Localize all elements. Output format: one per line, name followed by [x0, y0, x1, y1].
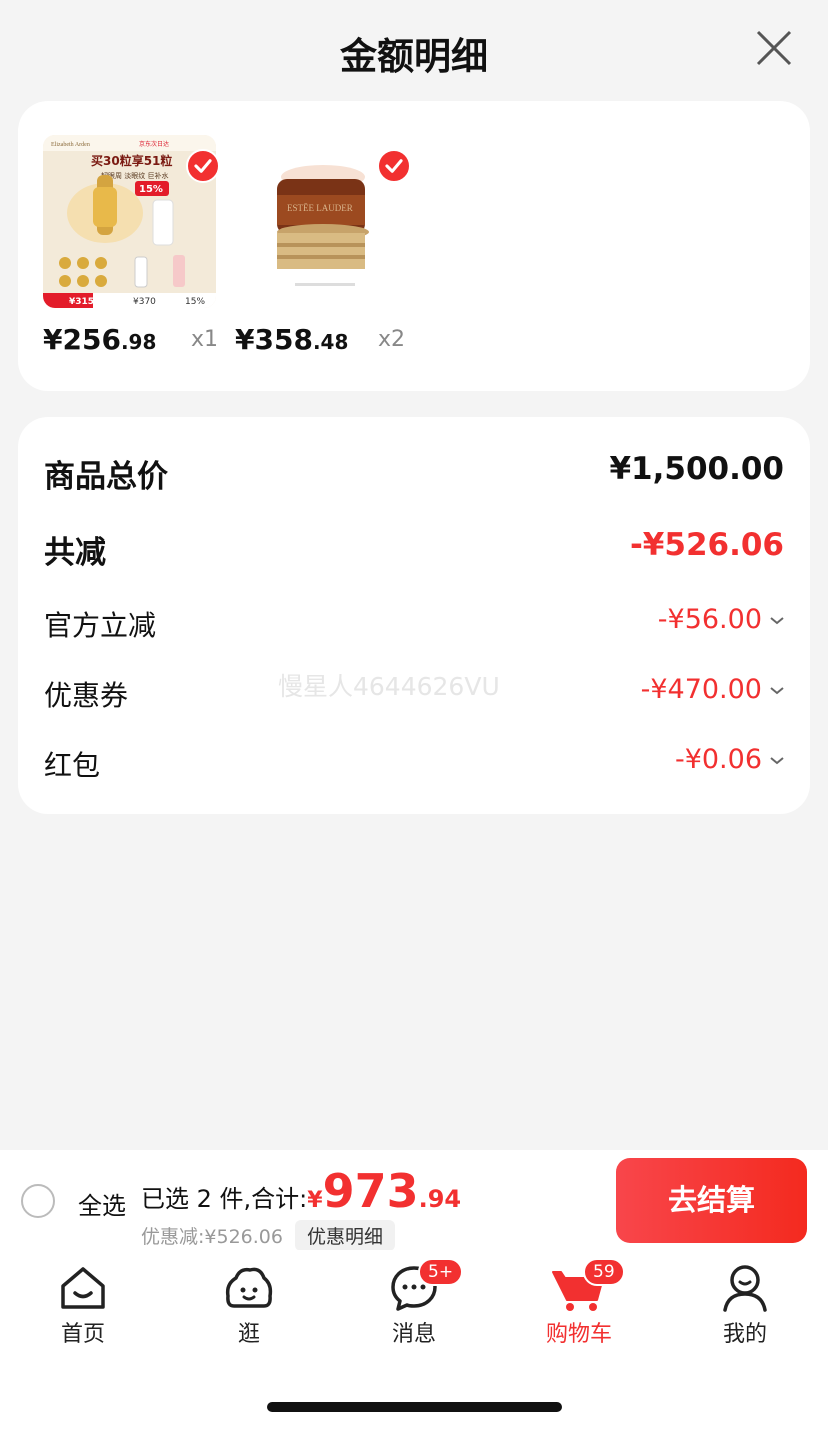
discount-row[interactable]: 官方立减 -¥56.00 — [44, 604, 784, 654]
profile-icon — [723, 1265, 767, 1312]
summary-card: 商品总价 ¥1,500.00 共减 -¥526.06 官方立减 -¥56.00 … — [18, 417, 810, 814]
discount-label: 红包 — [44, 749, 101, 782]
home-indicator — [267, 1402, 562, 1412]
reduce-row: 共减 -¥526.06 — [44, 527, 784, 577]
home-icon — [61, 1267, 105, 1309]
discount-detail-button[interactable]: 优惠明细 — [294, 1220, 395, 1251]
svg-text:15%: 15% — [139, 184, 163, 195]
products-card: Elizabeth Arden 京东次日达 买30粒享51粒 韧眼周 淡眼纹 巨… — [18, 101, 810, 391]
selected-count: 已选 2 件,合计: — [141, 1185, 308, 1213]
select-all-label[interactable]: 全选 — [78, 1186, 126, 1221]
chevron-down-icon[interactable] — [770, 686, 784, 695]
discount-text: 优惠减:¥526.06 — [141, 1226, 283, 1248]
total-value: ¥1,500.00 — [609, 451, 784, 487]
cart-badge: 59 — [583, 1258, 625, 1286]
total-decimal: .94 — [418, 1185, 462, 1213]
discount-label: 优惠券 — [44, 679, 129, 712]
total-row: 商品总价 ¥1,500.00 — [44, 451, 784, 501]
tab-cart[interactable]: 59 购物车 — [519, 1258, 639, 1354]
product-quantity: x1 — [191, 327, 219, 352]
product-price: ¥256.98 — [43, 323, 157, 356]
tab-label: 消息 — [391, 1322, 436, 1347]
total-summary: 已选 2 件,合计:¥973.94 — [141, 1164, 461, 1218]
select-all-checkbox[interactable] — [21, 1184, 55, 1218]
total-currency: ¥ — [307, 1188, 323, 1213]
tab-label: 我的 — [722, 1322, 767, 1347]
reduce-label: 共减 — [44, 535, 106, 571]
svg-text:京东次日达: 京东次日达 — [139, 140, 169, 148]
svg-text:¥370: ¥370 — [133, 297, 156, 307]
tab-label: 首页 — [60, 1322, 105, 1347]
svg-text:ESTĒE LAUDER: ESTĒE LAUDER — [287, 203, 353, 213]
product-price: ¥358.48 — [235, 323, 349, 356]
chevron-down-icon[interactable] — [770, 616, 784, 625]
page-title: 金额明细 — [340, 35, 488, 78]
checkout-bar: 全选 已选 2 件,合计:¥973.94 优惠减:¥526.06 优惠明细 去结算 — [0, 1150, 828, 1251]
tab-label: 逛 — [237, 1322, 260, 1347]
checkout-button[interactable]: 去结算 — [616, 1158, 807, 1243]
discount-value: -¥0.06 — [674, 744, 762, 775]
browse-icon — [225, 1267, 273, 1308]
product-quantity: x2 — [378, 327, 406, 352]
message-badge: 5+ — [418, 1258, 464, 1286]
discount-summary: 优惠减:¥526.06 优惠明细 — [141, 1220, 395, 1251]
discount-label: 官方立减 — [44, 609, 157, 642]
product-item[interactable]: ESTĒE LAUDER ¥358.48 x2 — [235, 135, 411, 365]
reduce-value: -¥526.06 — [629, 527, 784, 563]
close-icon[interactable] — [754, 28, 794, 68]
tab-bar: 首页 逛 5+ 消息 59 购物车 我的 — [0, 1250, 828, 1430]
svg-text:¥315: ¥315 — [69, 297, 94, 307]
svg-text:Elizabeth Arden: Elizabeth Arden — [51, 142, 90, 148]
tab-messages[interactable]: 5+ 消息 — [354, 1258, 474, 1354]
product-item[interactable]: Elizabeth Arden 京东次日达 买30粒享51粒 韧眼周 淡眼纹 巨… — [43, 135, 220, 365]
amount-detail-sheet: 金额明细 Elizabeth Arden 京东次日达 买30粒享51粒 韧眼周 … — [0, 0, 828, 1150]
chevron-down-icon[interactable] — [770, 756, 784, 765]
total-label: 商品总价 — [44, 459, 168, 495]
tab-profile[interactable]: 我的 — [685, 1264, 805, 1354]
tab-browse[interactable]: 逛 — [189, 1264, 309, 1354]
tab-label: 购物车 — [545, 1322, 612, 1347]
checked-icon[interactable] — [377, 149, 411, 183]
discount-value: -¥470.00 — [640, 674, 762, 705]
watermark: 慢星人4644626VU — [278, 672, 500, 701]
checked-icon[interactable] — [186, 149, 220, 183]
svg-text:买30粒享51粒: 买30粒享51粒 — [91, 153, 172, 168]
svg-text:15%: 15% — [185, 297, 205, 307]
total-integer: 973 — [322, 1164, 419, 1218]
discount-value: -¥56.00 — [657, 604, 762, 635]
tab-home[interactable]: 首页 — [23, 1264, 143, 1354]
discount-row[interactable]: 红包 -¥0.06 — [44, 744, 784, 794]
